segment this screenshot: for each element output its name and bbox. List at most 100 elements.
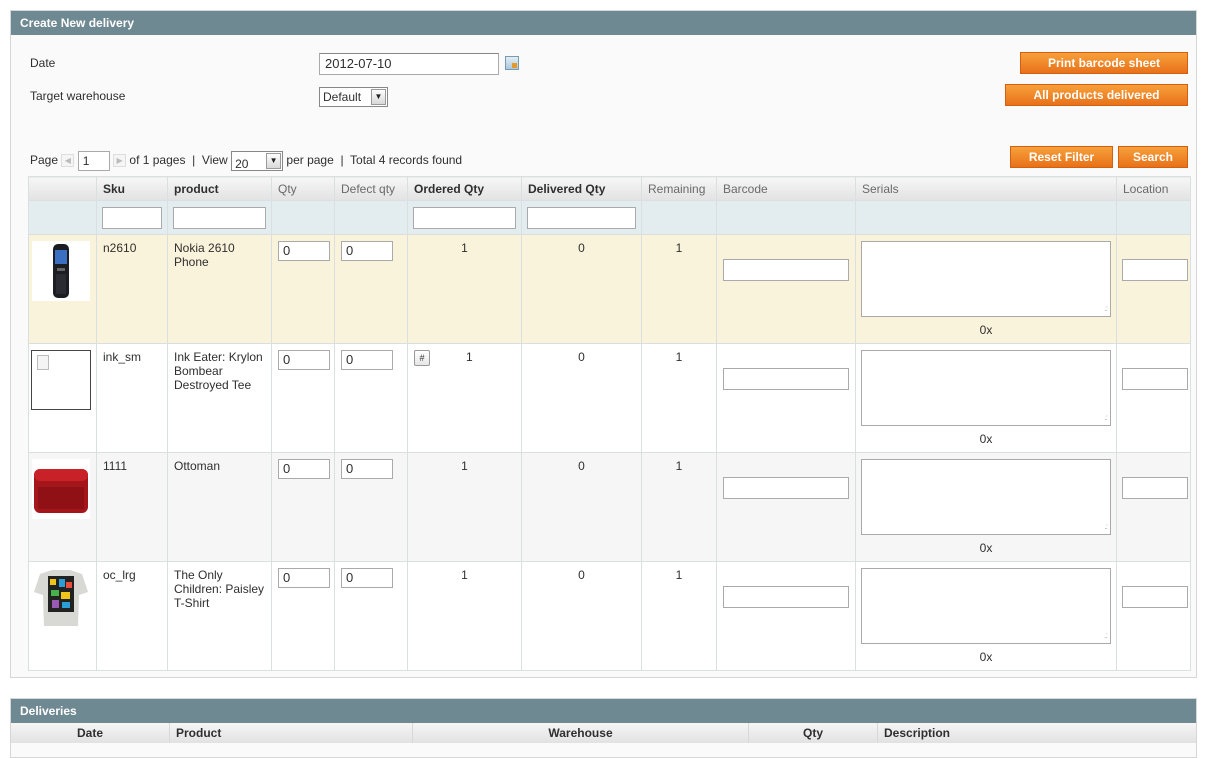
delivered-qty-cell: 0 [521, 561, 642, 671]
location-cell [1116, 234, 1191, 344]
hash-button[interactable]: # [414, 350, 430, 366]
chevron-down-icon: ▼ [371, 89, 386, 105]
resize-grip-icon[interactable]: .: [1105, 522, 1109, 531]
all-products-delivered-button[interactable]: All products delivered [1005, 84, 1188, 106]
location-input[interactable] [1122, 586, 1188, 608]
resize-grip-icon[interactable]: .: [1105, 304, 1109, 313]
ottoman-image [32, 459, 90, 519]
barcode-input[interactable] [723, 586, 849, 608]
image-cell [28, 234, 97, 344]
qty-input[interactable]: 0 [278, 459, 330, 479]
defect-qty-input[interactable]: 0 [341, 241, 393, 261]
sku-column-header[interactable]: Sku [96, 176, 168, 201]
ordered-qty-value: 1 [466, 350, 473, 364]
filter-cell [271, 200, 335, 235]
defect-qty-input[interactable]: 0 [341, 350, 393, 370]
defect-qty-input[interactable]: 0 [341, 568, 393, 588]
delivered-qty-filter-input[interactable] [527, 206, 636, 229]
remaining-column-header: Remaining [641, 176, 717, 201]
delivered-qty-column-header[interactable]: Delivered Qty [521, 176, 642, 201]
filter-cell [28, 200, 97, 235]
filter-cell [855, 200, 1117, 235]
qty-cell: 0 [271, 561, 335, 671]
ordered-qty-column-header[interactable]: Ordered Qty [407, 176, 522, 201]
sku-filter-input[interactable] [102, 206, 162, 229]
per-page-label: per page [286, 153, 334, 167]
tshirt-image [32, 568, 90, 628]
barcode-input[interactable] [723, 368, 849, 390]
filter-cell [167, 200, 272, 235]
previous-page-icon[interactable]: ◀ [61, 154, 75, 168]
description-column-header[interactable]: Description [878, 723, 1196, 743]
filter-cell [334, 200, 408, 235]
pager-separator: | [192, 153, 196, 167]
next-page-icon[interactable]: ▶ [113, 154, 127, 168]
image-cell [28, 561, 97, 671]
barcode-input[interactable] [723, 259, 849, 281]
defect-qty-cell: 0 [334, 561, 408, 671]
per-page-value: 20 [235, 156, 249, 171]
table-row[interactable]: ink_sm Ink Eater: Krylon Bombear Destroy… [28, 343, 1191, 453]
serials-textarea[interactable]: .: [861, 241, 1111, 317]
image-placeholder-icon [37, 355, 49, 370]
ordered-qty-filter-input[interactable] [413, 206, 516, 229]
product-cell: Ink Eater: Krylon Bombear Destroyed Tee [167, 343, 272, 453]
total-records-text: Total 4 records found [350, 153, 463, 167]
sku-cell: n2610 [96, 234, 168, 344]
product-cell: Nokia 2610 Phone [167, 234, 272, 344]
print-barcode-sheet-button[interactable]: Print barcode sheet [1020, 52, 1188, 74]
serials-count: 0x [979, 650, 993, 664]
product-cell: The Only Children: Paisley T-Shirt [167, 561, 272, 671]
date-column-header[interactable]: Date [11, 723, 170, 743]
barcode-column-header: Barcode [716, 176, 856, 201]
image-column-header [28, 176, 97, 201]
filter-cell [407, 200, 522, 235]
page-label: Page [30, 153, 59, 167]
ordered-qty-cell: 1 [407, 234, 522, 344]
table-row[interactable]: n2610 Nokia 2610 Phone 0 0 1 0 1 .: 0x [28, 234, 1191, 344]
qty-cell: 0 [271, 234, 335, 344]
search-button[interactable]: Search [1118, 146, 1188, 168]
serials-textarea[interactable]: .: [861, 350, 1111, 426]
date-input[interactable]: 2012-07-10 [319, 53, 499, 75]
resize-grip-icon[interactable]: .: [1105, 631, 1109, 640]
delivered-qty-cell: 0 [521, 343, 642, 453]
product-filter-input[interactable] [173, 206, 266, 229]
table-row[interactable]: 1111 Ottoman 0 0 1 0 1 .: 0x [28, 452, 1191, 562]
calendar-icon[interactable] [505, 56, 519, 70]
qty-cell: 0 [271, 343, 335, 453]
sku-cell: 1111 [96, 452, 168, 562]
warehouse-column-header[interactable]: Warehouse [413, 723, 749, 743]
qty-input[interactable]: 0 [278, 350, 330, 370]
per-page-select[interactable]: 20 ▼ [231, 150, 284, 171]
products-grid: Sku product Qty Defect qty Ordered Qty D… [28, 176, 1191, 671]
product-column-header[interactable]: Product [170, 723, 413, 743]
filter-cell [716, 200, 856, 235]
reset-filter-button[interactable]: Reset Filter [1010, 146, 1113, 168]
qty-input[interactable]: 0 [278, 241, 330, 261]
resize-grip-icon[interactable]: .: [1105, 413, 1109, 422]
location-cell [1116, 343, 1191, 453]
location-input[interactable] [1122, 368, 1188, 390]
remaining-cell: 1 [641, 452, 717, 562]
defect-qty-input[interactable]: 0 [341, 459, 393, 479]
serials-textarea[interactable]: .: [861, 568, 1111, 644]
qty-input[interactable]: 0 [278, 568, 330, 588]
location-input[interactable] [1122, 259, 1188, 281]
defect-qty-cell: 0 [334, 234, 408, 344]
panel-title: Create New delivery [11, 11, 1196, 35]
qty-column-header[interactable]: Qty [749, 723, 878, 743]
remaining-cell: 1 [641, 234, 717, 344]
warehouse-select[interactable]: Default ▼ [319, 87, 388, 107]
defect-qty-cell: 0 [334, 343, 408, 453]
target-warehouse-label: Target warehouse [30, 89, 126, 103]
barcode-input[interactable] [723, 477, 849, 499]
product-column-header[interactable]: product [167, 176, 272, 201]
serials-textarea[interactable]: .: [861, 459, 1111, 535]
location-input[interactable] [1122, 477, 1188, 499]
serials-cell: .: 0x [855, 234, 1117, 344]
table-row[interactable]: oc_lrg The Only Children: Paisley T-Shir… [28, 561, 1191, 671]
sku-cell: oc_lrg [96, 561, 168, 671]
page-number-input[interactable]: 1 [77, 150, 110, 171]
pager: Page ◀ 1 ▶ of 1 pages | View 20 ▼ per pa… [30, 150, 463, 171]
